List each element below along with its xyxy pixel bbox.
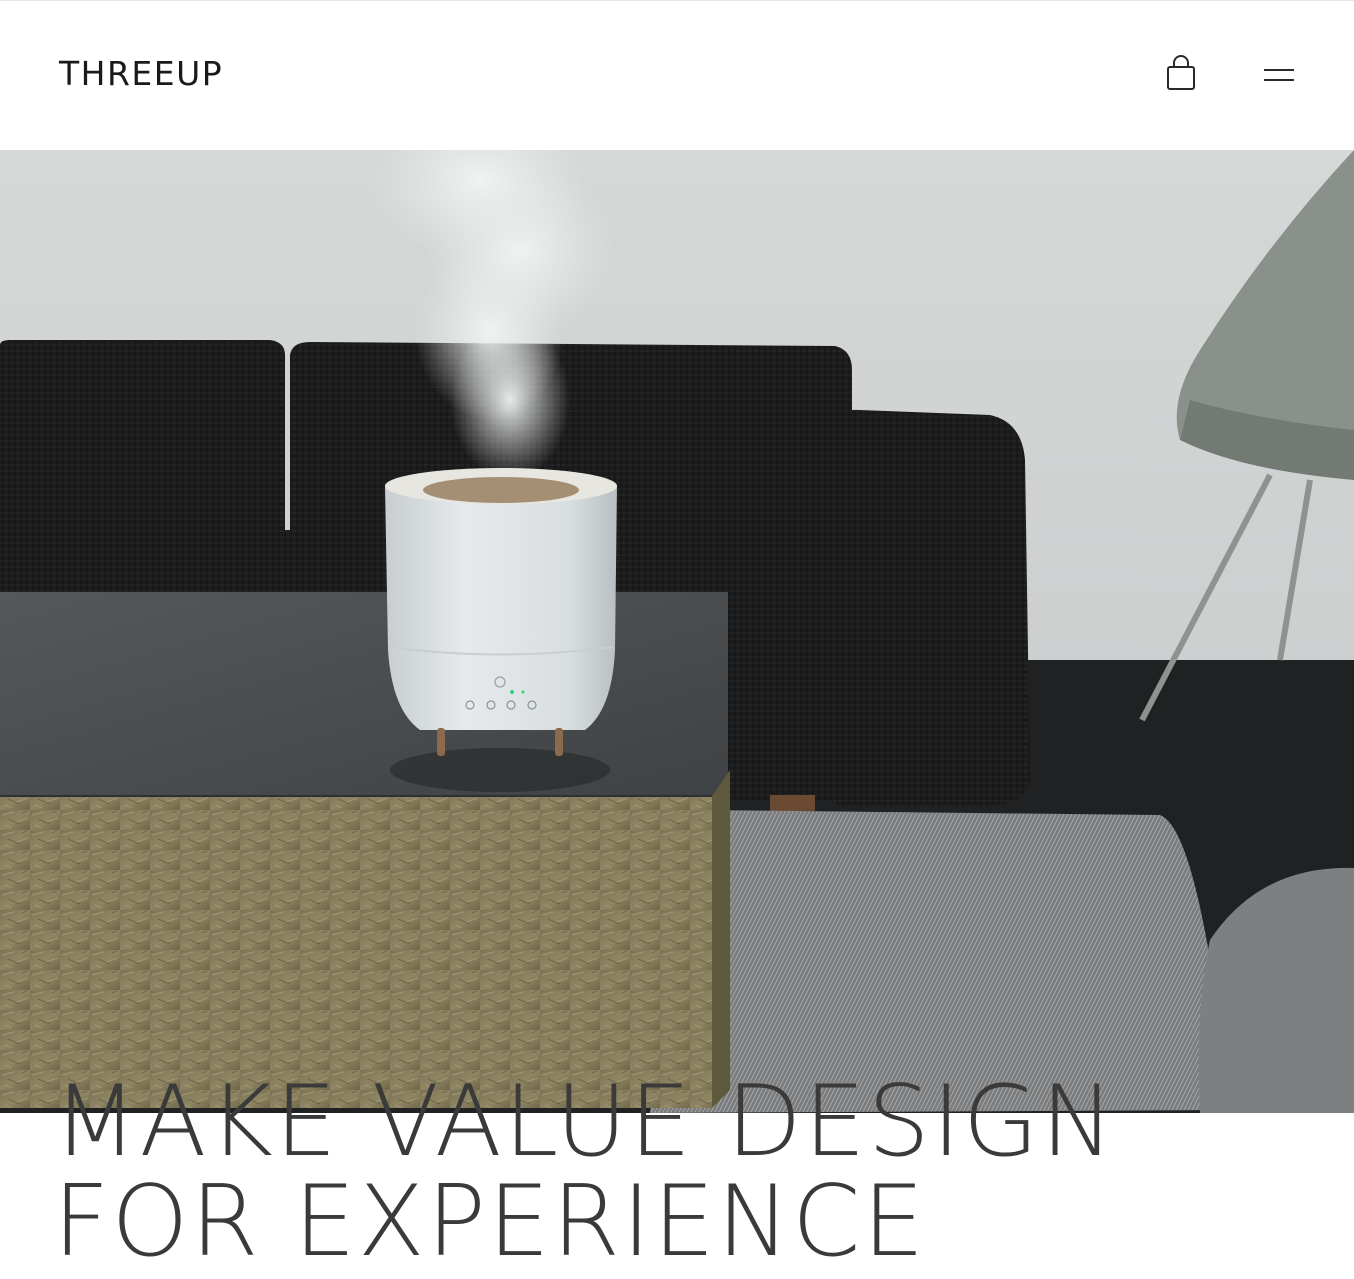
menu-button[interactable] — [1258, 59, 1300, 91]
cart-button[interactable] — [1162, 55, 1200, 95]
hamburger-menu-icon — [1264, 69, 1294, 81]
headline-line-2: FOR EXPERIENCE — [53, 1165, 927, 1279]
humidifier-scene-image — [0, 150, 1354, 1113]
headline-line-1: MAKE VALUE DESIGN — [53, 1065, 1116, 1179]
site-header: THREEUP — [0, 1, 1354, 150]
shopping-bag-icon — [1167, 55, 1195, 90]
hero-headline: MAKE VALUE DESIGN FOR EXPERIENCE — [53, 1072, 1303, 1272]
hero-image — [0, 150, 1354, 1113]
brand-logo[interactable]: THREEUP — [59, 54, 223, 94]
